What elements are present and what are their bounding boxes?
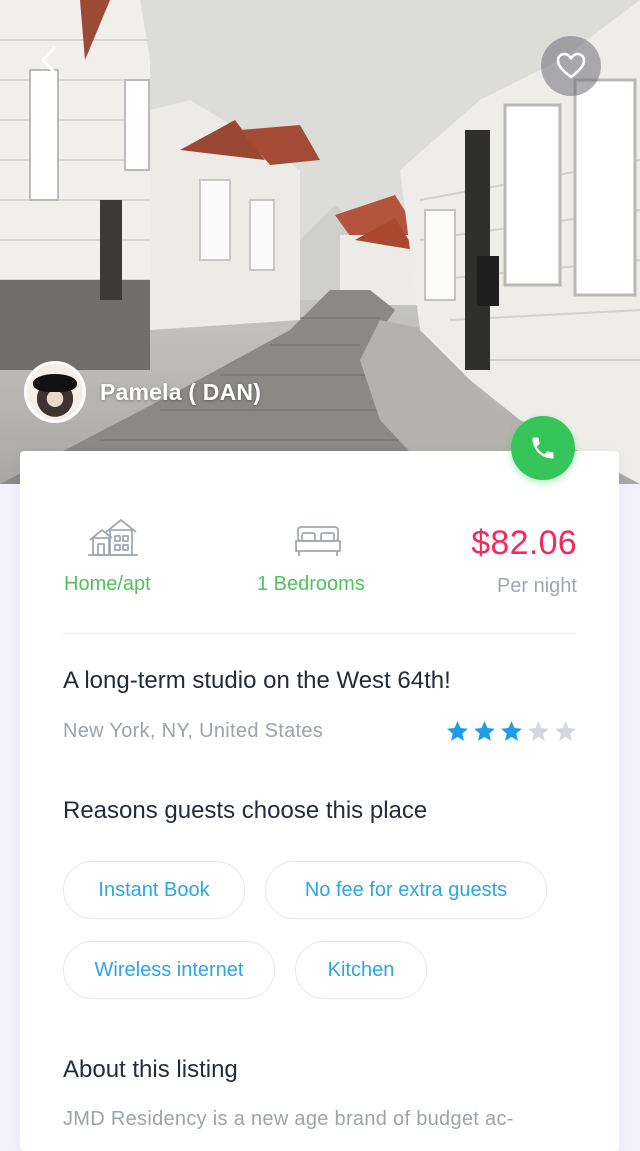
host-avatar[interactable] [24,361,86,423]
hero-photo: Pamela ( DAN) [0,0,640,484]
amenity-pill[interactable]: No fee for extra guests [265,861,547,919]
divider [63,633,576,634]
bed-icon [295,526,341,556]
about-text: JMD Residency is a new age brand of budg… [63,1108,514,1130]
reasons-title: Reasons guests choose this place [63,797,428,824]
back-button[interactable] [30,40,66,80]
heart-icon [556,52,586,79]
favorite-button[interactable] [541,36,601,96]
amenity-pill[interactable]: Wireless internet [63,941,275,999]
property-type-label: Home/apt [64,573,151,595]
star-icon [555,721,576,741]
star-icon [528,721,549,741]
listing-title: A long-term studio on the West 64th! [63,667,451,694]
listing-stats: Home/apt 1 Bedrooms $82.06 Per night [20,451,619,633]
listing-card: Home/apt 1 Bedrooms $82.06 Per night A l… [20,451,619,1151]
star-icon [474,721,495,741]
star-icon [447,721,468,741]
host-name: Pamela ( DAN) [100,378,262,405]
rating-stars [445,719,578,744]
house-icon [88,519,138,556]
amenity-pill[interactable]: Instant Book [63,861,245,919]
price-unit: Per night [496,575,577,597]
chevron-left-icon [41,46,56,74]
star-icon [501,721,522,741]
listing-location: New York, NY, United States [63,720,324,742]
host-info[interactable]: Pamela ( DAN) [24,361,261,423]
about-title: About this listing [63,1056,238,1083]
amenity-pill[interactable]: Kitchen [295,941,427,999]
bedrooms-label: 1 Bedrooms [257,573,365,595]
price: $82.06 [471,524,577,562]
phone-icon [532,437,554,459]
call-button[interactable] [511,416,575,480]
